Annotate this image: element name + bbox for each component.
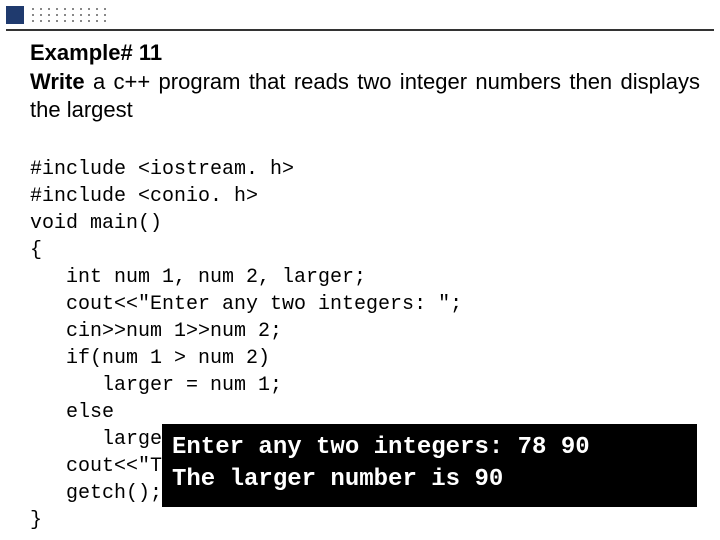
decor-dots [28,6,188,24]
code-line: void main() [30,212,162,235]
console-output: Enter any two integers: 78 90 The larger… [162,424,697,507]
example-title: Example# 11 [30,40,700,66]
code-line: #include <iostream. h> [30,158,294,181]
code-line: cout<<"Enter any two integers: "; [30,293,462,316]
output-line: Enter any two integers: 78 90 [172,434,590,461]
code-line: cin>>num 1>>num 2; [30,320,282,343]
code-line: int num 1, num 2, larger; [30,266,366,289]
code-line: { [30,239,42,262]
task-rest: a c++ program that reads two integer num… [30,69,700,122]
code-line: #include <conio. h> [30,185,258,208]
code-line: getch(); [30,482,162,505]
output-line: The larger number is 90 [172,466,503,493]
code-line: } [30,509,42,532]
decor-square [6,6,24,24]
code-line: else [30,401,114,424]
decor-hline [6,29,714,31]
code-line: larger = num 1; [30,374,282,397]
code-line: if(num 1 > num 2) [30,347,270,370]
task-description: Write a c++ program that reads two integ… [30,68,700,123]
slide: Example# 11 Write a c++ program that rea… [0,0,720,540]
task-write-word: Write [30,69,85,94]
